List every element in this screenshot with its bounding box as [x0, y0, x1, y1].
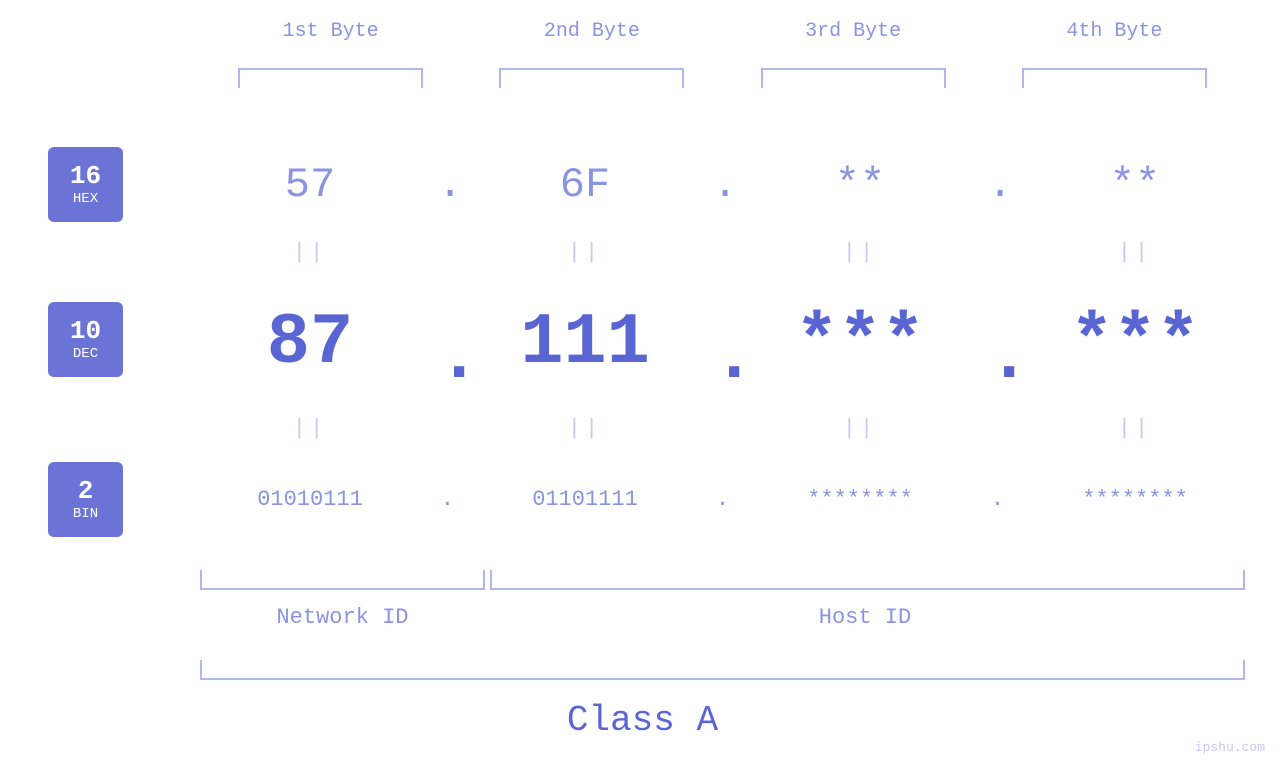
hex-value-2: 6F: [493, 161, 678, 209]
eq2-1: ||: [218, 416, 403, 441]
eq1-1: ||: [218, 240, 403, 265]
dec-value-2: 111: [493, 302, 678, 384]
top-bracket-2: [499, 68, 684, 88]
eq2-3: ||: [768, 416, 953, 441]
bin-base-number: 2: [78, 478, 94, 504]
eq1-4: ||: [1043, 240, 1228, 265]
byte-label-3: 3rd Byte: [743, 20, 963, 43]
network-id-label: Network ID: [200, 605, 485, 630]
host-id-label: Host ID: [485, 605, 1245, 630]
byte-label-2: 2nd Byte: [482, 20, 702, 43]
eq1-3: ||: [768, 240, 953, 265]
base-box-dec: 10 DEC: [48, 302, 123, 377]
hex-dot-3: .: [988, 161, 1008, 209]
dec-value-3: ***: [768, 302, 953, 384]
dec-base-label: DEC: [73, 346, 98, 362]
dec-dot-2: .: [713, 292, 733, 394]
top-bracket-1: [238, 68, 423, 88]
eq1-2: ||: [493, 240, 678, 265]
top-brackets: [200, 68, 1245, 88]
hex-value-4: **: [1043, 161, 1228, 209]
hex-base-number: 16: [70, 163, 101, 189]
class-label: Class A: [0, 700, 1285, 741]
bin-row: 01010111 . 01101111 . ******** . *******…: [200, 462, 1245, 537]
bottom-brackets-container: [200, 570, 1245, 600]
top-bracket-3: [761, 68, 946, 88]
bin-value-2: 01101111: [493, 487, 678, 512]
byte-labels-row: 1st Byte 2nd Byte 3rd Byte 4th Byte: [200, 20, 1245, 43]
bracket-network: [200, 570, 485, 590]
dec-base-number: 10: [70, 318, 101, 344]
equals-row-1: || || || ||: [200, 240, 1245, 265]
dec-row: 87 . 111 . *** . ***: [200, 290, 1245, 395]
byte-label-1: 1st Byte: [221, 20, 441, 43]
main-container: 1st Byte 2nd Byte 3rd Byte 4th Byte 16 H…: [0, 0, 1285, 767]
dec-value-1: 87: [218, 302, 403, 384]
bin-value-3: ********: [768, 487, 953, 512]
eq2-2: ||: [493, 416, 678, 441]
bin-value-1: 01010111: [218, 487, 403, 512]
dec-dot-3: .: [988, 292, 1008, 394]
hex-dot-1: .: [438, 161, 458, 209]
hex-dot-2: .: [713, 161, 733, 209]
byte-label-4: 4th Byte: [1004, 20, 1224, 43]
bin-dot-3: .: [988, 487, 1008, 512]
hex-value-3: **: [768, 161, 953, 209]
equals-row-2: || || || ||: [200, 416, 1245, 441]
eq2-4: ||: [1043, 416, 1228, 441]
bin-dot-2: .: [713, 487, 733, 512]
bracket-host: [490, 570, 1245, 590]
bin-dot-1: .: [438, 487, 458, 512]
hex-value-1: 57: [218, 161, 403, 209]
top-bracket-4: [1022, 68, 1207, 88]
watermark: ipshu.com: [1195, 740, 1265, 755]
base-box-hex: 16 HEX: [48, 147, 123, 222]
hex-base-label: HEX: [73, 191, 98, 207]
base-box-bin: 2 BIN: [48, 462, 123, 537]
dec-dot-1: .: [438, 292, 458, 394]
dec-value-4: ***: [1043, 302, 1228, 384]
bottom-labels: Network ID Host ID: [200, 605, 1245, 630]
bin-value-4: ********: [1043, 487, 1228, 512]
bin-base-label: BIN: [73, 506, 98, 522]
hex-row: 57 . 6F . ** . **: [200, 147, 1245, 222]
full-bottom-bracket: [200, 660, 1245, 680]
